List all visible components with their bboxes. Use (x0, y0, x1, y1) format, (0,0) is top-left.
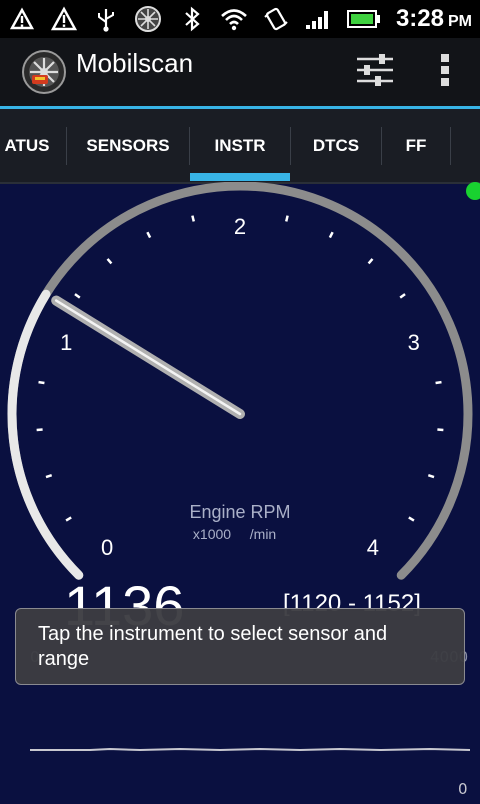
gauge-needle-highlight (56, 301, 240, 414)
gauge-minor-tick (428, 475, 434, 477)
tab-dtcs[interactable]: DTCS (291, 109, 381, 182)
gauge-minor-tick (436, 382, 442, 383)
gauge-minor-tick (39, 382, 45, 383)
settings-sliders-button[interactable] (340, 38, 410, 106)
gauge-scale-label: 4 (367, 535, 379, 560)
active-tab-indicator (190, 173, 290, 181)
tab-status[interactable]: ATUS (0, 109, 66, 182)
battery-icon (346, 5, 382, 33)
usb-debug-icon (8, 5, 36, 33)
gauge-minor-tick (409, 517, 414, 520)
gauge-unit-per: /min (250, 526, 276, 542)
toast-message: Tap the instrument to select sensor and … (15, 608, 465, 685)
gauge-unit: x1000 (193, 526, 231, 542)
tab-instr[interactable]: INSTR (190, 109, 290, 182)
tab-sensors[interactable]: SENSORS (67, 109, 189, 182)
app-title: Mobilscan (76, 48, 193, 79)
gauge-minor-tick (147, 232, 150, 237)
mobilscan-wheel-icon (134, 5, 162, 33)
gauge-minor-tick (192, 216, 193, 222)
tab-label: DTCS (313, 136, 359, 156)
warning-icon (50, 5, 78, 33)
status-bar: 3:28PM (0, 0, 480, 38)
gauge-minor-tick (400, 294, 405, 298)
gauge-ticks (37, 216, 444, 521)
gauge-minor-tick (330, 232, 333, 237)
instrument-panel[interactable]: 0 1 2 3 4 Engine RPM x1000 /min (0, 182, 480, 800)
overflow-menu-icon (440, 53, 450, 91)
tab-divider (450, 127, 451, 165)
tab-label: INSTR (215, 136, 266, 156)
gauge-scale-label: 2 (234, 214, 246, 239)
tab-label: ATUS (4, 136, 49, 156)
rpm-gauge[interactable]: 0 1 2 3 4 Engine RPM x1000 /min (0, 182, 480, 800)
tab-ff[interactable]: FF (382, 109, 450, 182)
trace-zero-label: 0 (458, 780, 468, 798)
gauge-scale-label: 3 (408, 330, 420, 355)
gauge-scale-label: 1 (60, 330, 72, 355)
bluetooth-icon (178, 5, 206, 33)
gauge-minor-tick (46, 475, 52, 477)
signal-icon (304, 5, 332, 33)
app-bar: Mobilscan (0, 38, 480, 106)
connection-status-dot (466, 182, 480, 200)
gauge-scale-label: 0 (101, 535, 113, 560)
gauge-minor-tick (108, 259, 112, 264)
tab-label: SENSORS (86, 136, 169, 156)
gauge-minor-tick (286, 216, 287, 222)
gauge-minor-tick (66, 517, 71, 520)
settings-sliders-icon (355, 51, 395, 93)
rpm-trace (30, 742, 470, 756)
wifi-icon (220, 5, 248, 33)
gauge-title: Engine RPM (189, 502, 290, 522)
gauge-minor-tick (75, 294, 80, 298)
app-logo-icon[interactable] (22, 50, 66, 94)
tab-label: FF (406, 136, 427, 156)
vibrate-icon (262, 5, 290, 33)
gauge-minor-tick (369, 259, 373, 264)
usb-icon (92, 5, 120, 33)
status-time: 3:28PM (396, 5, 472, 33)
overflow-menu-button[interactable] (410, 38, 480, 106)
